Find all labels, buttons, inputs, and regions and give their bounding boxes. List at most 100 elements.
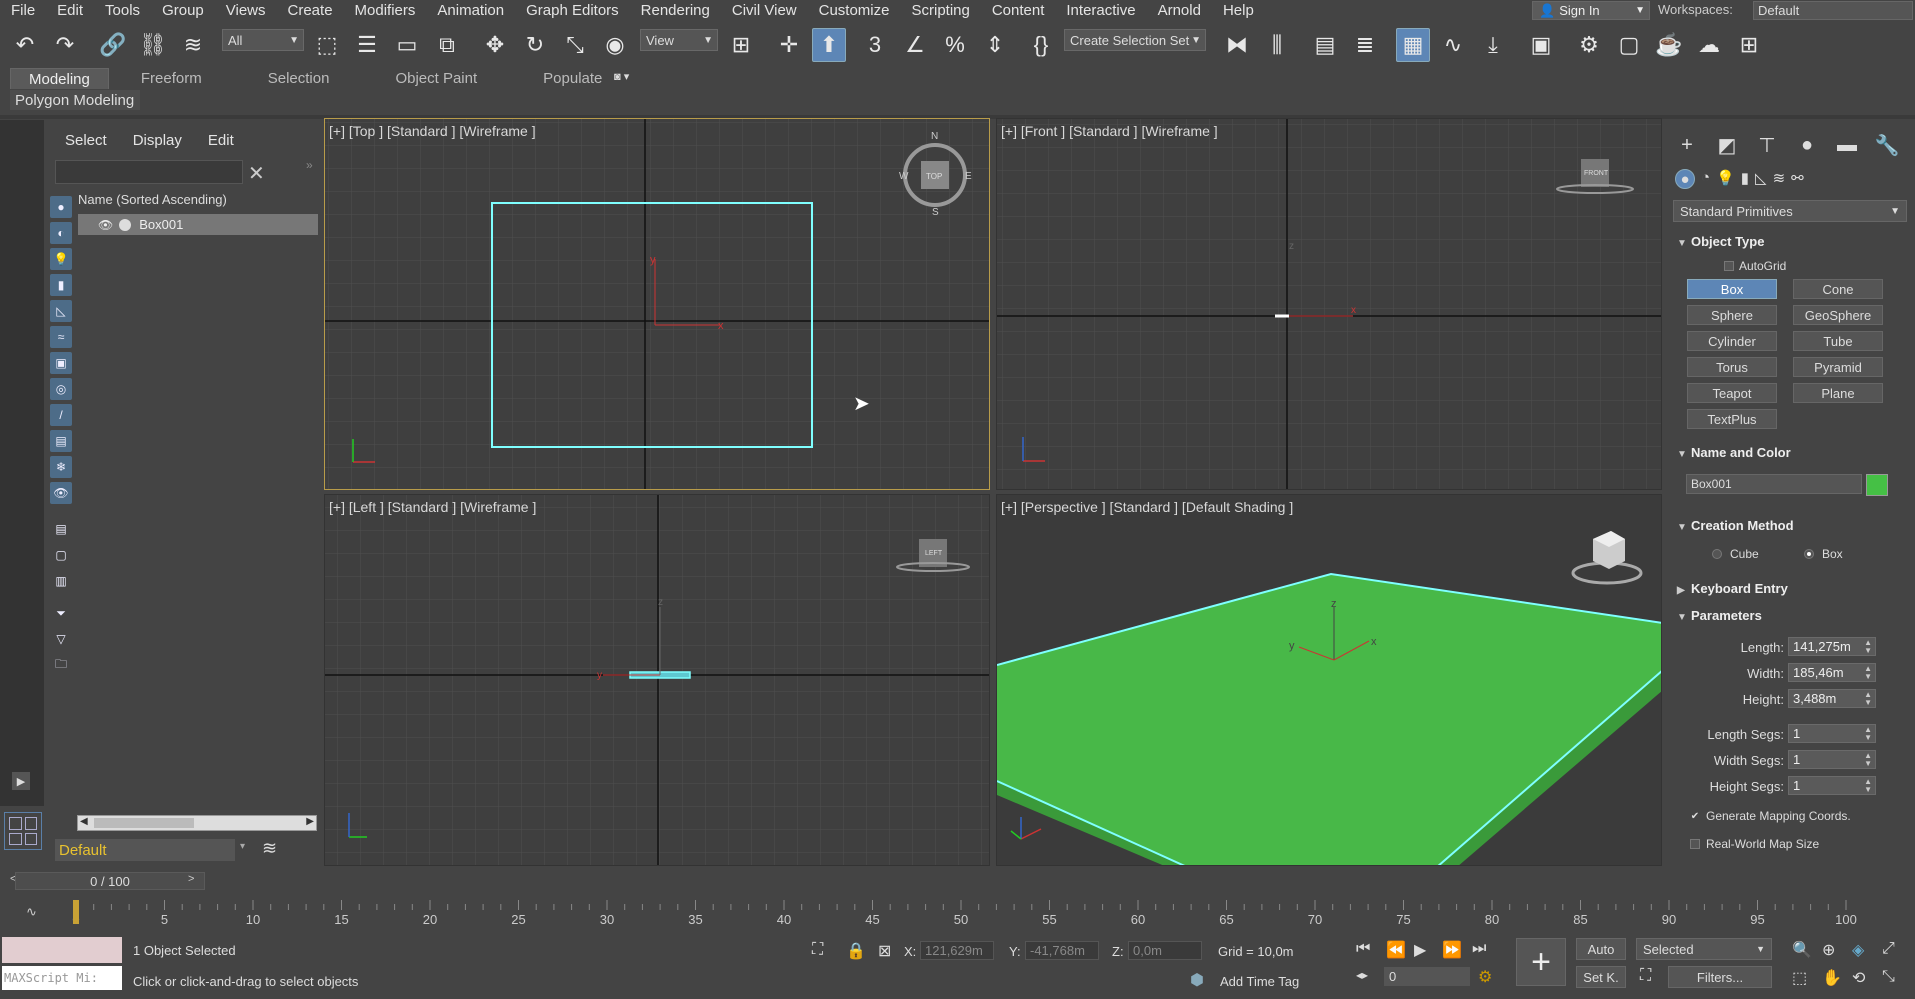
display-tab-icon[interactable]: ▬ — [1835, 133, 1859, 157]
creation-method-rollout[interactable]: ▼ Creation Method — [1677, 518, 1794, 533]
hierarchy-tab-icon[interactable]: ⊤ — [1755, 133, 1779, 157]
primitive-button[interactable]: Box — [1687, 279, 1777, 299]
maxscript-listener[interactable] — [2, 937, 122, 963]
percent-snap-icon[interactable]: % — [938, 28, 972, 62]
helpers-category-icon[interactable]: ◺ — [1755, 169, 1767, 189]
time-configuration-icon[interactable]: ⚙ — [1478, 967, 1492, 987]
height-segs-input[interactable]: 1 ▲ ▼ — [1788, 776, 1876, 795]
viewport-front-label[interactable]: [+] [Front ] [Standard ] [Wireframe ] — [1001, 123, 1218, 139]
play-icon[interactable]: ▶ — [1414, 940, 1426, 960]
geometry-category-icon[interactable]: ● — [1675, 169, 1695, 189]
filter-icon[interactable]: ⏷ — [50, 602, 72, 624]
rotate-icon[interactable]: ↻ — [518, 28, 552, 62]
select-object-icon[interactable]: ⬚ — [310, 28, 344, 62]
object-type-rollout[interactable]: ▼ Object Type — [1677, 234, 1764, 249]
menu-item[interactable]: Group — [151, 2, 215, 19]
scroll-left-icon[interactable]: ◀ — [80, 816, 88, 827]
render-setup-icon[interactable]: ⚙ — [1572, 28, 1606, 62]
mirror-icon[interactable]: ⧓ — [1220, 28, 1254, 62]
absolute-mode-icon[interactable]: ⊠ — [878, 941, 891, 961]
selection-filter-select[interactable]: All ▼ — [222, 29, 304, 51]
ribbon-tab[interactable]: Selection — [250, 68, 348, 89]
frozen-filter-icon[interactable]: ❄ — [50, 456, 72, 478]
keyboard-shortcut-override-icon[interactable]: ⬆ — [812, 28, 846, 62]
scrollbar-thumb[interactable] — [94, 818, 194, 828]
viewport-left[interactable]: y z LEFT [+] [Left ] [Standard ] [Wirefr… — [324, 494, 990, 866]
invert-display-icon[interactable]: ▥ — [50, 570, 72, 592]
primitive-button[interactable]: Cylinder — [1687, 331, 1777, 351]
menu-item[interactable]: Graph Editors — [515, 2, 630, 19]
spinner-icon[interactable]: ▲ ▼ — [1864, 690, 1872, 707]
parameters-rollout[interactable]: ▼ Parameters — [1677, 608, 1762, 623]
viewport-top[interactable]: x y N S E W TOP [+] [Top ] [Standard ] [… — [324, 118, 990, 490]
viewport-left-label[interactable]: [+] [Left ] [Standard ] [Wireframe ] — [329, 499, 536, 515]
motion-tab-icon[interactable]: ● — [1795, 133, 1819, 157]
isolate-selection-icon[interactable]: ⛶ — [812, 941, 823, 959]
spinner-snap-icon[interactable]: ⇕ — [978, 28, 1012, 62]
length-input[interactable]: 141,275m ▲ ▼ — [1788, 637, 1876, 656]
edit-named-selection-icon[interactable]: {} — [1024, 28, 1058, 62]
helpers-filter-icon[interactable]: ◺ — [50, 300, 72, 322]
menu-item[interactable]: Civil View — [721, 2, 808, 19]
menu-item[interactable]: Views — [215, 2, 277, 19]
xrefs-filter-icon[interactable]: ◎ — [50, 378, 72, 400]
zoom-icon[interactable]: 🔍 — [1792, 940, 1812, 960]
autogrid-checkbox[interactable]: AutoGrid — [1724, 259, 1786, 273]
set-key-icon[interactable]: + — [1516, 938, 1566, 986]
filters-button[interactable]: Filters... — [1668, 966, 1772, 988]
spinner-icon[interactable]: ▲ ▼ — [1864, 664, 1872, 681]
spacewarps-filter-icon[interactable]: ≈ — [50, 326, 72, 348]
toggle-layer-explorer-icon[interactable]: ≣ — [1348, 28, 1382, 62]
curve-editor-icon[interactable]: ∿ — [1436, 28, 1470, 62]
filter-toggle-icon[interactable]: ▽ — [50, 628, 72, 650]
polygon-modeling-panel[interactable]: Polygon Modeling — [10, 90, 140, 110]
primitive-button[interactable]: TextPlus — [1687, 409, 1777, 429]
shapes-filter-icon[interactable]: ◐ — [50, 222, 72, 244]
ribbon-tab[interactable]: Modeling — [10, 68, 109, 89]
scene-menu-item[interactable]: Edit — [208, 132, 234, 149]
scene-list-item[interactable]: 👁 Box001 — [78, 214, 318, 235]
menu-item[interactable]: Rendering — [630, 2, 721, 19]
scene-menu-item[interactable]: Display — [133, 132, 182, 149]
key-filters-icon[interactable]: ⛶ — [1640, 967, 1651, 985]
menu-item[interactable]: Create — [277, 2, 344, 19]
schematic-view-icon[interactable]: ⤓ — [1476, 28, 1510, 62]
time-slider[interactable]: 0 / 100 — [15, 872, 205, 890]
placement-icon[interactable]: ◉ — [598, 28, 632, 62]
time-tag-icon[interactable]: ⬢ — [1190, 970, 1204, 990]
collapse-panel-icon[interactable]: » — [306, 158, 313, 172]
menu-item[interactable]: Customize — [808, 2, 901, 19]
add-time-tag[interactable]: Add Time Tag — [1220, 974, 1299, 989]
primitive-button[interactable]: Teapot — [1687, 383, 1777, 403]
length-segs-input[interactable]: 1 ▲ ▼ — [1788, 724, 1876, 743]
ribbon-options-icon[interactable]: ◙ ▾ — [614, 70, 629, 83]
primitive-type-select[interactable]: Standard Primitives ▼ — [1673, 200, 1907, 222]
primitive-button[interactable]: Torus — [1687, 357, 1777, 377]
modify-tab-icon[interactable]: ◩ — [1715, 133, 1739, 157]
viewport-front[interactable]: x z FRONT [+] [Front ] [Standard ] [Wire… — [996, 118, 1662, 490]
chevron-down-icon[interactable]: ▾ — [240, 841, 245, 852]
z-coord-input[interactable]: 0,0m — [1128, 941, 1202, 960]
orbit-icon[interactable]: ⟲ — [1852, 968, 1865, 988]
toggle-ribbon-icon[interactable]: ▦ — [1396, 28, 1430, 62]
move-icon[interactable]: ✥ — [478, 28, 512, 62]
rect-selection-icon[interactable]: ▭ — [390, 28, 424, 62]
menu-item[interactable]: Animation — [426, 2, 515, 19]
render-shortcuts-icon[interactable]: ⊞ — [1732, 28, 1766, 62]
primitive-button[interactable]: Cone — [1793, 279, 1883, 299]
reference-coord-select[interactable]: View ▼ — [640, 29, 718, 51]
primitive-button[interactable]: Tube — [1793, 331, 1883, 351]
primitive-button[interactable]: Sphere — [1687, 305, 1777, 325]
viewport-perspective[interactable]: z x y [+] [Perspective ] [Standard ] [De… — [996, 494, 1662, 866]
render-production-icon[interactable]: ☕ — [1652, 28, 1686, 62]
set-key-button[interactable]: Set K. — [1576, 966, 1626, 988]
menu-item[interactable]: Scripting — [900, 2, 980, 19]
scene-search-input[interactable] — [55, 160, 243, 184]
groups-filter-icon[interactable]: ▣ — [50, 352, 72, 374]
menu-item[interactable]: Modifiers — [344, 2, 427, 19]
unlink-icon[interactable]: ⛓ — [136, 28, 170, 62]
zoom-extents-all-icon[interactable]: ⤢ — [1882, 940, 1895, 958]
named-selection-select[interactable]: Create Selection Set ▼ — [1064, 29, 1206, 51]
maximize-viewport-icon[interactable]: ⤡ — [1882, 968, 1895, 986]
real-world-checkbox[interactable]: Real-World Map Size — [1690, 837, 1819, 851]
